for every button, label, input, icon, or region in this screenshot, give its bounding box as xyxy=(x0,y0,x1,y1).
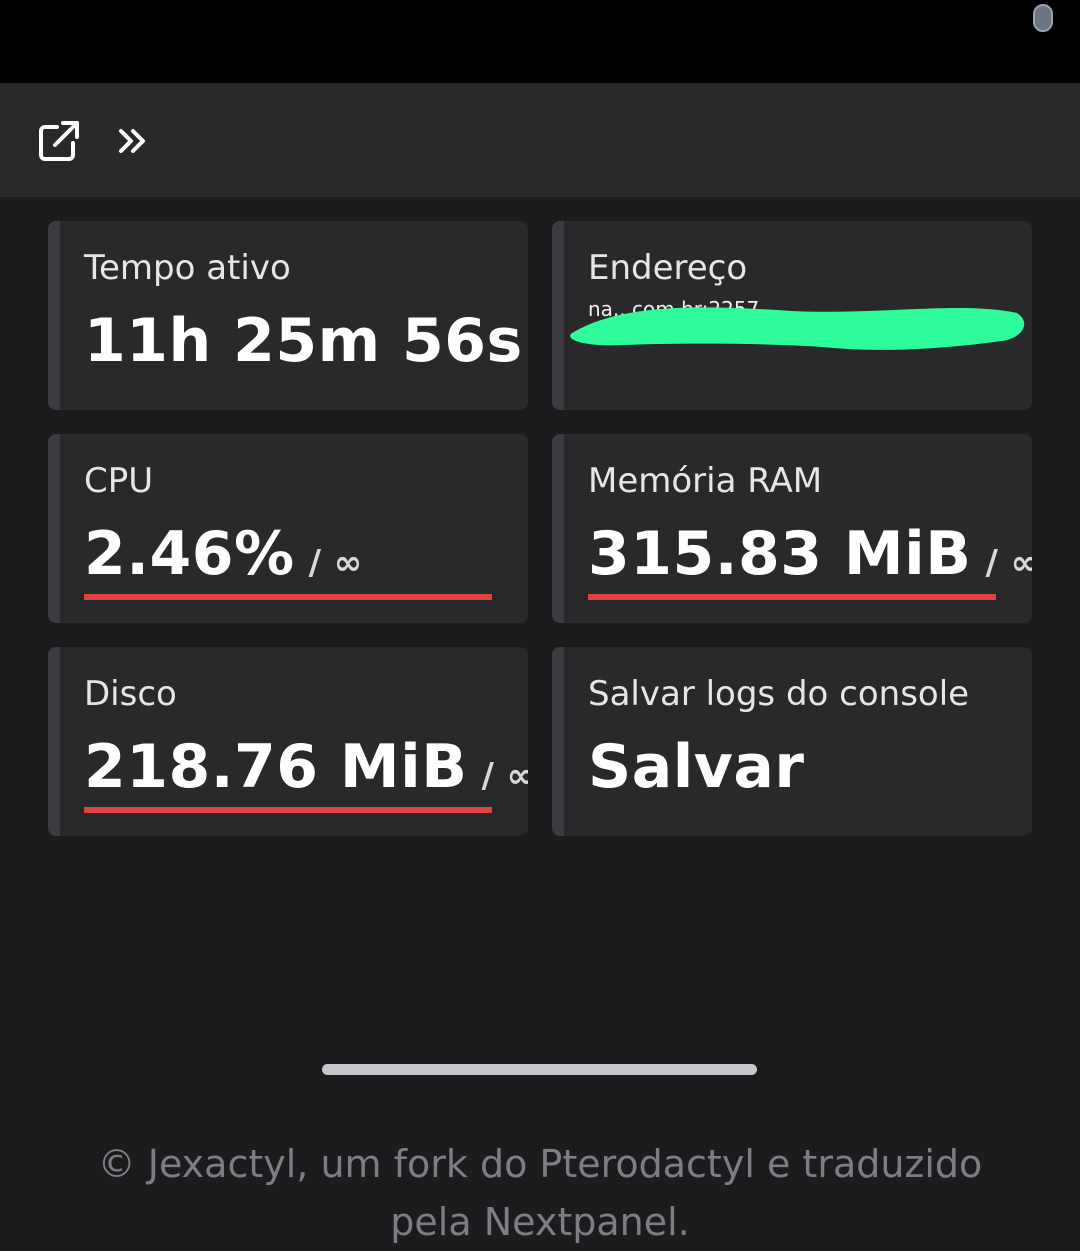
disk-label: Disco xyxy=(84,674,177,714)
disk-usage-text: 218.76 MiB xyxy=(84,732,468,802)
address-label: Endereço xyxy=(588,248,748,288)
footer-credits: © Jexactyl, um fork do Pterodactyl e tra… xyxy=(40,1135,1040,1251)
memory-usage-fill xyxy=(588,594,996,600)
address-card[interactable]: Endereço na...com.br:2257 xyxy=(552,221,1032,410)
main-content: Tempo ativo 11h 25m 56s Endereço na...co… xyxy=(0,197,1080,1244)
uptime-value: 11h 25m 56s xyxy=(84,306,523,376)
memory-card: Memória RAM 315.83 MiB / ∞ xyxy=(552,434,1032,623)
memory-usage-bar xyxy=(588,594,996,600)
memory-label: Memória RAM xyxy=(588,461,823,501)
uptime-label: Tempo ativo xyxy=(84,248,291,288)
save-logs-label: Salvar logs do console xyxy=(588,674,970,714)
external-link-icon[interactable] xyxy=(37,119,81,163)
toolbar xyxy=(0,83,1080,197)
save-logs-card[interactable]: Salvar logs do console Salvar xyxy=(552,647,1032,836)
memory-value: 315.83 MiB / ∞ xyxy=(588,516,1032,601)
status-bar xyxy=(0,0,1080,83)
disk-limit: / ∞ xyxy=(481,756,528,796)
footer-line-1: © Jexactyl, um fork do Pterodactyl e tra… xyxy=(97,1142,983,1186)
uptime-card: Tempo ativo 11h 25m 56s xyxy=(48,221,528,410)
cpu-usage-bar xyxy=(84,594,492,600)
save-logs-button[interactable]: Salvar xyxy=(588,729,804,805)
cpu-usage-text: 2.46% xyxy=(84,519,295,589)
cpu-value: 2.46% / ∞ xyxy=(84,516,363,601)
redaction-scribble xyxy=(570,307,1025,350)
cpu-limit: / ∞ xyxy=(308,543,363,583)
status-indicator-icon xyxy=(1033,4,1053,32)
disk-card: Disco 218.76 MiB / ∞ xyxy=(48,647,528,836)
disk-usage-bar xyxy=(84,807,492,813)
memory-limit: / ∞ xyxy=(985,543,1032,583)
footer-line-2: pela Nextpanel. xyxy=(390,1200,690,1244)
disk-usage-fill xyxy=(84,807,492,813)
cpu-usage-fill xyxy=(84,594,492,600)
cpu-card: CPU 2.46% / ∞ xyxy=(48,434,528,623)
disk-value: 218.76 MiB / ∞ xyxy=(84,729,528,814)
home-indicator[interactable] xyxy=(322,1064,757,1075)
cpu-label: CPU xyxy=(84,461,154,501)
memory-usage-text: 315.83 MiB xyxy=(588,519,972,589)
double-chevron-right-icon[interactable] xyxy=(110,119,154,163)
